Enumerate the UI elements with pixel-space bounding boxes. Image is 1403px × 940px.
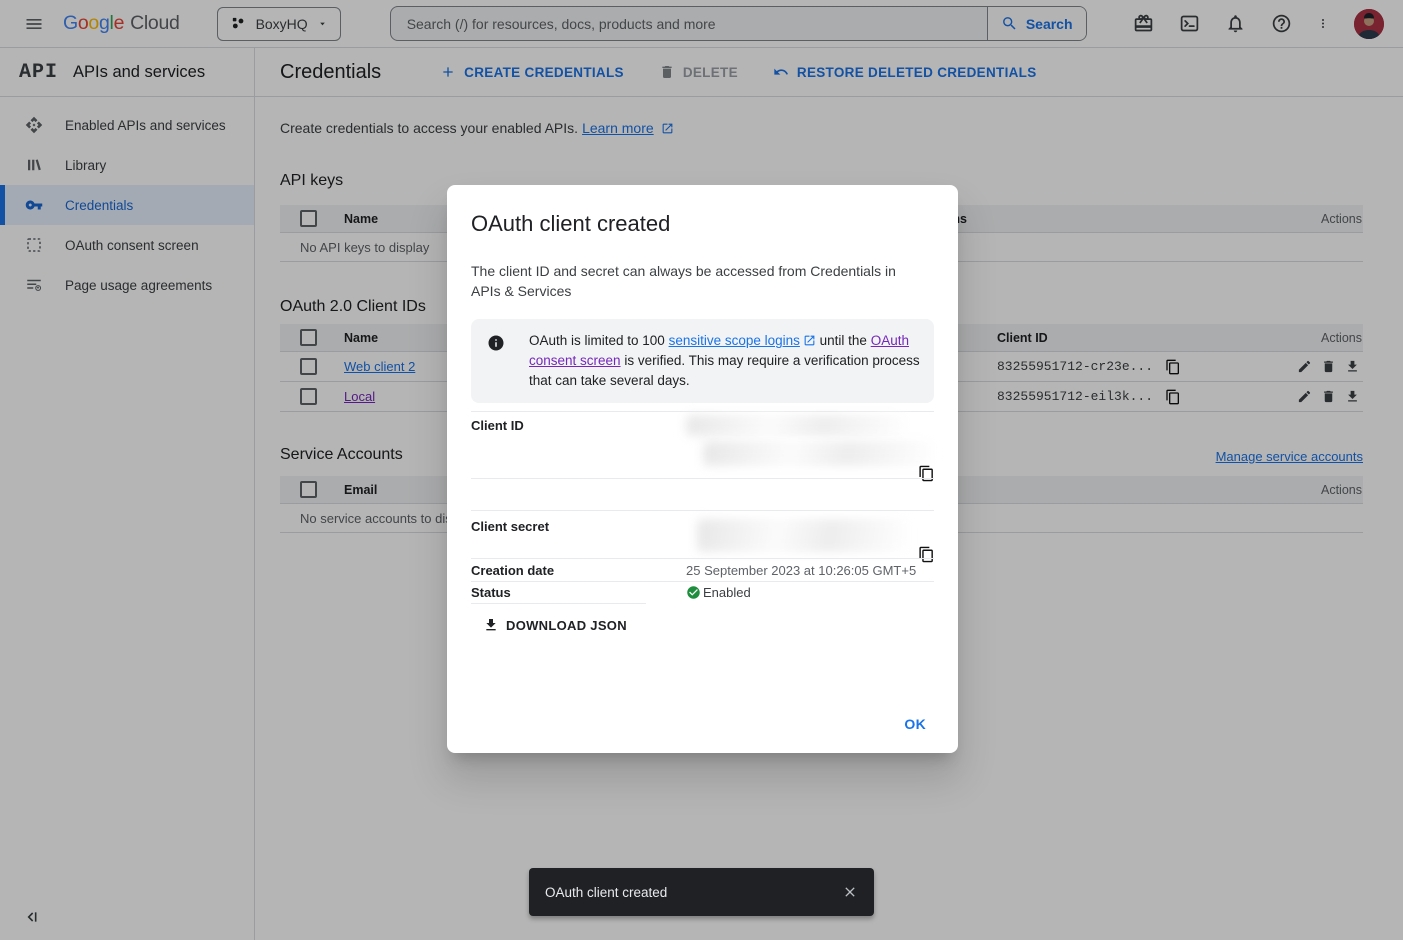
- redacted-blur: [703, 441, 935, 466]
- dialog-title: OAuth client created: [471, 211, 934, 237]
- client-secret-row: Client secret: [471, 510, 934, 558]
- client-secret-value-redacted: [686, 519, 934, 558]
- notice-text: OAuth is limited to 100 sensitive scope …: [529, 331, 920, 391]
- spacer-row: [471, 478, 934, 510]
- creation-date-label: Creation date: [471, 563, 686, 578]
- oauth-client-created-dialog: OAuth client created The client ID and s…: [447, 185, 958, 753]
- dialog-fields: Client ID Client secret Creation date 25…: [471, 411, 934, 633]
- client-id-row: Client ID: [471, 411, 934, 478]
- info-icon: [487, 334, 505, 352]
- download-json-label: DOWNLOAD JSON: [506, 618, 627, 633]
- toast-message: OAuth client created: [545, 885, 667, 900]
- sensitive-scope-logins-link[interactable]: sensitive scope logins: [669, 333, 800, 348]
- notice-pre: OAuth is limited to 100: [529, 333, 669, 348]
- redacted-blur: [686, 415, 908, 436]
- status-text: Enabled: [703, 585, 751, 600]
- check-circle-icon: [686, 585, 701, 600]
- status-row: Status Enabled: [471, 581, 934, 603]
- creation-date-row: Creation date 25 September 2023 at 10:26…: [471, 558, 934, 581]
- notice-mid: until the: [816, 333, 871, 348]
- client-id-value-redacted: [686, 418, 934, 478]
- external-link-icon: [803, 334, 816, 347]
- download-icon: [483, 617, 499, 633]
- dialog-description: The client ID and secret can always be a…: [471, 261, 911, 301]
- creation-date-value: 25 September 2023 at 10:26:05 GMT+5: [686, 563, 934, 578]
- close-icon[interactable]: [842, 884, 858, 900]
- redacted-blur: [697, 519, 910, 552]
- verification-notice: OAuth is limited to 100 sensitive scope …: [471, 319, 934, 403]
- status-value: Enabled: [686, 585, 934, 600]
- status-label: Status: [471, 585, 686, 600]
- client-id-label: Client ID: [471, 418, 686, 478]
- toast-snackbar: OAuth client created: [529, 868, 874, 916]
- client-secret-label: Client secret: [471, 519, 686, 558]
- ok-button[interactable]: OK: [896, 712, 934, 736]
- download-json-button[interactable]: DOWNLOAD JSON: [471, 603, 646, 633]
